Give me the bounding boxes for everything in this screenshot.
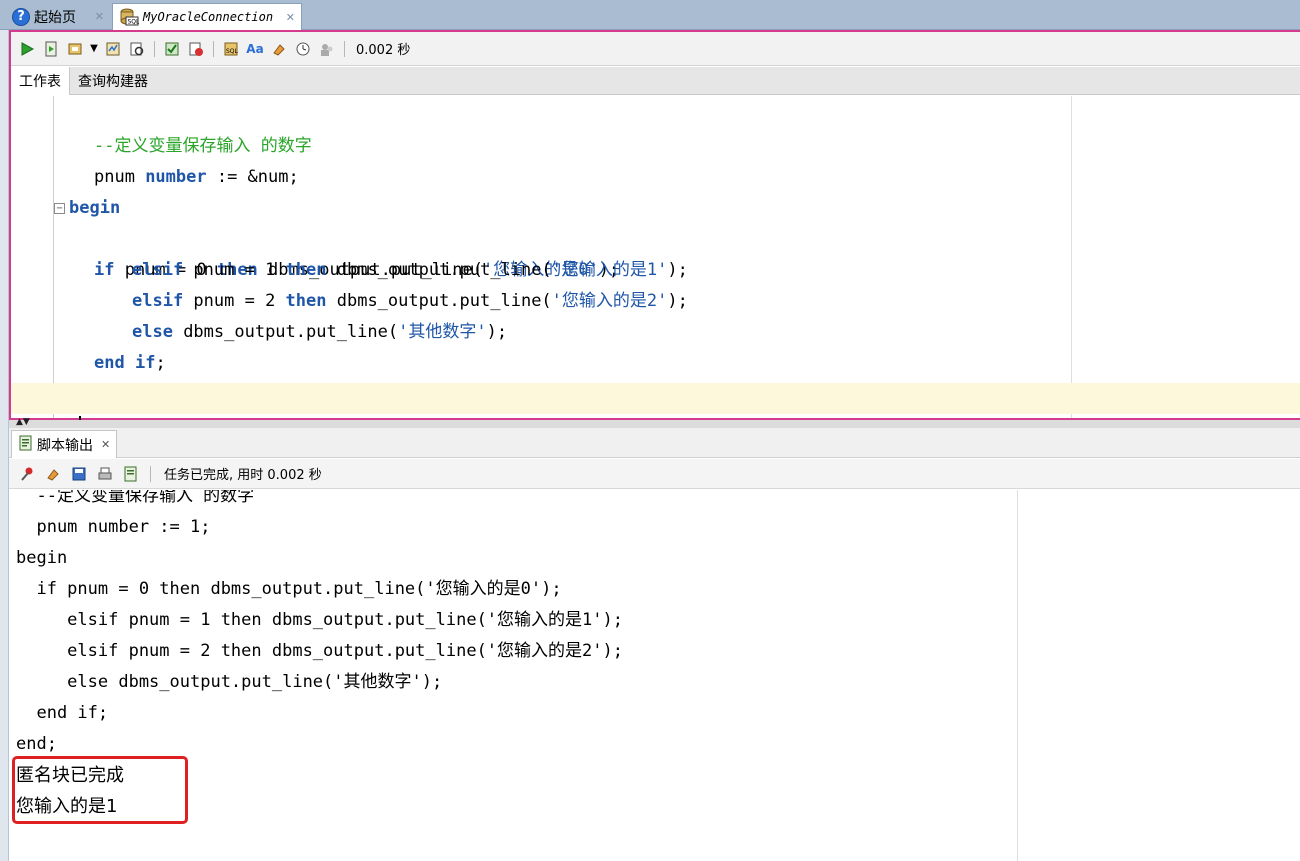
run-script-button[interactable] [41, 39, 61, 59]
toolbar-separator [344, 40, 345, 57]
output-right-margin [1017, 490, 1018, 861]
print-icon[interactable] [95, 464, 115, 484]
tab-start-page-label: 起始页 [34, 9, 76, 26]
toolbar-separator [213, 40, 214, 57]
sql-worksheet-editor: ▼ SQL Aa 0.002 秒 工作表 查询构建器 --定义变量保存输入 的数… [9, 30, 1300, 442]
dropdown-arrow-icon[interactable]: ▼ [89, 39, 99, 59]
script-output-icon[interactable] [121, 464, 141, 484]
output-line: else dbms_output.put_line('其他数字'); [16, 672, 443, 692]
sql-worksheet-icon: SQL [119, 8, 140, 26]
code-line-current: / [11, 383, 1300, 442]
code-line: elsif pnum = 2 then dbms_output.put_line… [11, 255, 1300, 311]
clear-eraser-icon[interactable] [43, 464, 63, 484]
output-line: if pnum = 0 then dbms_output.put_line('您… [16, 579, 562, 599]
code-line: − if pnum = 0 then dbms_output.put_line(… [11, 193, 1300, 280]
close-icon[interactable]: ✕ [95, 10, 104, 23]
rollback-button[interactable] [186, 39, 206, 59]
code-line: else dbms_output.put_line('其他数字'); [11, 286, 1300, 342]
sql-tuning-button[interactable] [127, 39, 147, 59]
pin-icon[interactable] [17, 464, 37, 484]
save-icon[interactable] [69, 464, 89, 484]
tab-script-output-label: 脚本输出 [37, 437, 93, 454]
fold-collapse-icon[interactable]: − [54, 203, 65, 214]
code-line: end if; [11, 317, 1300, 373]
code-line: elsif pnum = 1 then dbms_output.put_line… [11, 224, 1300, 280]
tab-query-builder[interactable]: 查询构建器 [70, 67, 156, 95]
close-icon[interactable]: ✕ [101, 438, 110, 451]
explain-plan-button[interactable] [103, 39, 123, 59]
clear-eraser-icon[interactable] [269, 39, 289, 59]
output-line: begin [16, 548, 68, 568]
tab-script-output[interactable]: 脚本输出 ✕ [11, 430, 118, 458]
task-status: 任务已完成, 用时 0.002 秒 [164, 468, 322, 483]
toolbar-separator [154, 40, 155, 57]
execution-time: 0.002 秒 [356, 43, 411, 58]
code-editor[interactable]: --定义变量保存输入 的数字 pnum number := &num; begi… [11, 96, 1300, 442]
script-output-area[interactable]: --定义变量保存输入 的数字 pnum number := 1; begin i… [9, 490, 1300, 861]
output-line: elsif pnum = 2 then dbms_output.put_line… [16, 641, 623, 661]
svg-text:SQL: SQL [128, 19, 140, 26]
output-toolbar: 任务已完成, 用时 0.002 秒 [9, 459, 1300, 489]
toolbar-separator [150, 465, 151, 482]
svg-text:SQL: SQL [226, 48, 239, 55]
output-line: elsif pnum = 1 then dbms_output.put_line… [16, 610, 623, 630]
code-line: pnum number := &num; [11, 131, 1300, 187]
tab-connection-worksheet[interactable]: SQL MyOracleConnection ✕ [112, 3, 302, 30]
code-line: --定义变量保存输入 的数字 [11, 100, 1300, 156]
left-edge-panel [0, 30, 9, 861]
output-line: --定义变量保存输入 的数字 [16, 490, 255, 506]
close-icon[interactable]: ✕ [286, 11, 295, 24]
code-line: end; [11, 348, 1300, 404]
tab-worksheet[interactable]: 工作表 [11, 67, 70, 95]
to-upper-case-button[interactable]: Aa [245, 39, 265, 59]
output-line: pnum number := 1; [16, 517, 211, 537]
worksheet-toolbar: ▼ SQL Aa 0.002 秒 [11, 32, 1300, 66]
tab-start-page[interactable]: ? 起始页 ✕ [6, 3, 110, 30]
sql-monitor-button[interactable] [293, 39, 313, 59]
autotrace-button[interactable] [65, 39, 85, 59]
script-output-icon [18, 435, 34, 455]
document-tab-strip: ? 起始页 ✕ SQL MyOracleConnection ✕ [0, 0, 1300, 30]
sql-history-button[interactable]: SQL [221, 39, 241, 59]
code-line: begin [11, 162, 1300, 218]
result-highlight-box [12, 756, 188, 824]
unshared-worksheet-button[interactable] [317, 39, 337, 59]
commit-button[interactable] [162, 39, 182, 59]
help-icon: ? [12, 7, 30, 26]
output-tab-strip: 脚本输出 ✕ [9, 428, 1300, 458]
tab-connection-label: MyOracleConnection [143, 10, 274, 24]
splitter-arrows-icon[interactable]: ▲▼ [16, 418, 30, 427]
panel-splitter[interactable] [9, 420, 1300, 428]
output-line: end if; [16, 703, 109, 723]
run-statement-button[interactable] [17, 39, 37, 59]
worksheet-subtabs: 工作表 查询构建器 [11, 67, 1300, 95]
